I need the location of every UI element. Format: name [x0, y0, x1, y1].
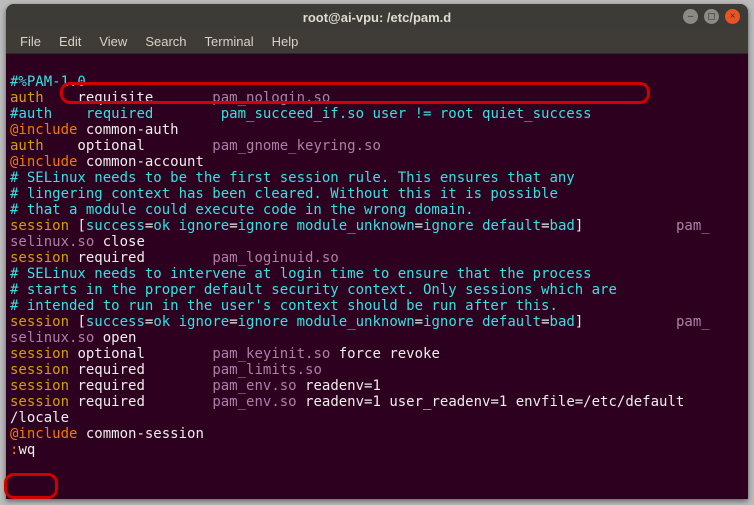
window-title: root@ai-vpu: /etc/pam.d	[303, 10, 451, 25]
txt: common-session	[77, 426, 203, 442]
txt: ignore module_unknown	[238, 218, 415, 234]
txt: session	[10, 362, 69, 378]
close-icon[interactable]: ×	[725, 9, 740, 24]
txt: session	[10, 314, 69, 330]
txt: readenv=1	[297, 378, 381, 394]
txt: required	[69, 394, 212, 410]
minimize-icon[interactable]: –	[683, 9, 698, 24]
menu-search[interactable]: Search	[137, 32, 194, 51]
txt: pam_env.so	[212, 378, 296, 394]
txt: ]	[575, 314, 676, 330]
txt: pam_loginuid.so	[212, 250, 338, 266]
txt: # intended to run in the user's context …	[10, 298, 558, 314]
txt: bad	[550, 314, 575, 330]
txt: common-auth	[77, 122, 178, 138]
txt: @include	[10, 154, 77, 170]
txt: ignore default	[423, 218, 541, 234]
terminal-area[interactable]: #%PAM-1.0 auth requisite pam_nologin.so …	[6, 54, 748, 499]
txt: pam_nologin.so	[212, 90, 330, 106]
txt: @include	[10, 426, 77, 442]
txt: common-account	[77, 154, 203, 170]
terminal-window: root@ai-vpu: /etc/pam.d – ◻ × File Edit …	[6, 4, 748, 499]
txt: success	[86, 314, 145, 330]
txt: required	[69, 378, 212, 394]
txt: =	[541, 314, 549, 330]
txt: pam_limits.so	[212, 362, 322, 378]
txt: session	[10, 218, 69, 234]
txt: selinux.so	[10, 330, 94, 346]
txt: # SELinux needs to be the first session …	[10, 170, 575, 186]
txt: force revoke	[330, 346, 440, 362]
txt: session	[10, 346, 69, 362]
txt: pam_	[676, 314, 710, 330]
txt: session	[10, 394, 69, 410]
txt: requisite	[44, 90, 213, 106]
txt: ignore module_unknown	[238, 314, 415, 330]
txt: readenv=1 user_readenv=1 envfile=/etc/de…	[297, 394, 685, 410]
txt: open	[94, 330, 136, 346]
vim-cmd[interactable]: wq	[18, 442, 35, 458]
txt: /locale	[10, 410, 69, 426]
maximize-icon[interactable]: ◻	[704, 9, 719, 24]
txt: =	[415, 314, 423, 330]
txt: [	[69, 314, 86, 330]
txt: pam_keyinit.so	[212, 346, 330, 362]
txt: success	[86, 218, 145, 234]
titlebar[interactable]: root@ai-vpu: /etc/pam.d – ◻ ×	[6, 4, 748, 30]
txt: ]	[575, 218, 676, 234]
txt: required	[69, 362, 212, 378]
txt: optional	[44, 138, 213, 154]
txt: optional	[69, 346, 212, 362]
txt: session	[10, 250, 69, 266]
menu-file[interactable]: File	[12, 32, 49, 51]
window-controls: – ◻ ×	[683, 9, 740, 24]
menu-view[interactable]: View	[91, 32, 135, 51]
txt: @include	[10, 122, 77, 138]
txt: [	[69, 218, 86, 234]
txt: auth	[10, 90, 44, 106]
txt: #%PAM-1.0	[10, 74, 86, 90]
txt: =	[229, 218, 237, 234]
txt: =	[541, 218, 549, 234]
txt: ok ignore	[153, 218, 229, 234]
txt: selinux.so	[10, 234, 94, 250]
txt: # lingering context has been cleared. Wi…	[10, 186, 558, 202]
txt: required	[69, 250, 212, 266]
txt: pam_	[676, 218, 710, 234]
txt: # SELinux needs to intervene at login ti…	[10, 266, 592, 282]
txt: =	[415, 218, 423, 234]
txt: bad	[550, 218, 575, 234]
txt: auth	[10, 138, 44, 154]
menu-terminal[interactable]: Terminal	[197, 32, 262, 51]
menu-edit[interactable]: Edit	[51, 32, 89, 51]
txt: # starts in the proper default security …	[10, 282, 617, 298]
menubar: File Edit View Search Terminal Help	[6, 30, 748, 54]
txt: ok ignore	[153, 314, 229, 330]
txt: =	[229, 314, 237, 330]
txt: ignore default	[423, 314, 541, 330]
txt: session	[10, 378, 69, 394]
txt: pam_gnome_keyring.so	[212, 138, 381, 154]
txt: # that a module could execute code in th…	[10, 202, 474, 218]
txt: close	[94, 234, 145, 250]
txt: auth required pam_succeed_if.so user != …	[18, 106, 591, 122]
txt: pam_env.so	[212, 394, 296, 410]
menu-help[interactable]: Help	[264, 32, 307, 51]
